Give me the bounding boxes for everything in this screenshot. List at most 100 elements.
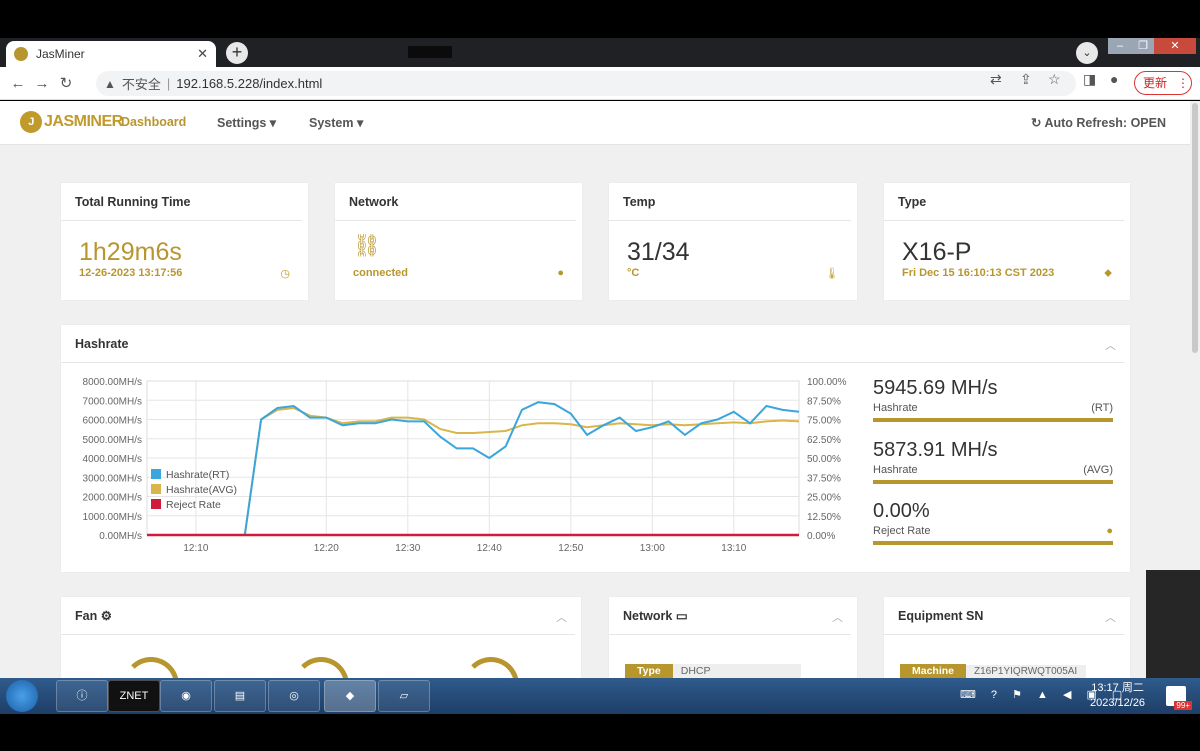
warning-icon: ▲	[104, 76, 116, 91]
reload-icon[interactable]: ↻	[54, 74, 78, 92]
y-left-tick-label: 5000.00MH/s	[83, 435, 142, 446]
collapse-chevron-icon[interactable]: ︿	[556, 609, 567, 625]
update-button[interactable]: 更新 ⋮	[1134, 71, 1192, 95]
temp-card: Temp 31/34 °C 🌡	[609, 183, 857, 300]
auto-refresh-toggle[interactable]: ↻ Auto Refresh: OPEN	[1031, 115, 1166, 130]
rt-progress-bar	[873, 418, 1113, 422]
start-button[interactable]	[6, 680, 38, 712]
y-right-tick-label: 0.00%	[807, 531, 835, 542]
y-left-tick-label: 6000.00MH/s	[83, 416, 142, 427]
type-card: Type X16-P Fri Dec 15 16:10:13 CST 2023 …	[884, 183, 1130, 300]
back-icon[interactable]: ←	[6, 75, 30, 92]
y-left-tick-label: 3000.00MH/s	[83, 473, 142, 484]
jasminer-logo[interactable]: J JASMINER	[20, 111, 123, 133]
rt-hashrate-value: 5945.69 MH/s	[873, 377, 998, 399]
network-detail-title: Network	[623, 609, 673, 623]
hashrate-card: Hashrate ︿ 0.00MH/s 1000.00MH/s 2000.00MH/…	[61, 325, 1130, 572]
y-right-tick-label: 12.50%	[807, 512, 841, 523]
tab-search-icon[interactable]: ⌄	[1076, 42, 1098, 64]
x-tick-label: 13:00	[640, 543, 665, 554]
side-panel-icon[interactable]: ◨	[1083, 71, 1096, 88]
temp-unit: °C	[627, 267, 640, 279]
info-icon[interactable]: ●	[1106, 525, 1113, 537]
network-status: connected	[353, 267, 409, 279]
forward-icon[interactable]: →	[30, 75, 54, 92]
taskbar-app-icon[interactable]: ZNET	[108, 680, 160, 712]
card-title: Equipment SN	[884, 597, 1124, 635]
share-icon[interactable]: ⇪	[1020, 71, 1032, 88]
x-tick-label: 12:10	[183, 543, 208, 554]
legend-swatch	[151, 469, 161, 479]
tab-close-icon[interactable]: ✕	[197, 46, 208, 62]
screen: JasMiner ✕ + ⌄ – ❐ ✕ ← → ↻ ▲ 不安全 | 192.1…	[0, 0, 1200, 751]
running-time-value: 1h29m6s	[79, 238, 182, 266]
window-close-icon[interactable]: ✕	[1154, 38, 1196, 54]
machine-sn-row: Machine Z16P1YIQRWQT005AI	[900, 664, 1087, 678]
x-tick-label: 12:30	[395, 543, 420, 554]
avg-hashrate-value: 5873.91 MH/s	[873, 439, 998, 461]
y-right-tick-label: 75.00%	[807, 416, 841, 427]
y-left-tick-label: 7000.00MH/s	[83, 396, 142, 407]
collapse-chevron-icon[interactable]: ︿	[1105, 337, 1116, 353]
chrome-icon[interactable]: ◎	[268, 680, 320, 712]
taskbar-clock[interactable]: 13:17 周二 2023/12/26	[1090, 681, 1145, 711]
reject-value: 0.00%	[873, 500, 930, 522]
folder-icon[interactable]: ▤	[214, 680, 266, 712]
scrollbar-thumb[interactable]	[1192, 103, 1198, 353]
equipment-sn-card: Equipment SN ︿ Machine Z16P1YIQRWQT005AI	[884, 597, 1130, 678]
logo-text: JASMINER	[44, 113, 123, 130]
favicon-icon	[14, 47, 28, 61]
taskbar-app-icon[interactable]: ⓘ	[56, 680, 108, 712]
link-icon: ⛓	[353, 233, 381, 258]
fan-title: Fan	[75, 609, 98, 623]
taskbar-app-icon[interactable]: ▱	[378, 680, 430, 712]
nav-dashboard[interactable]: Dashboard	[121, 115, 186, 129]
avg-tag: (AVG)	[1083, 464, 1113, 476]
y-right-tick-label: 62.50%	[807, 435, 841, 446]
y-left-tick-label: 1000.00MH/s	[83, 512, 142, 523]
bookmark-star-icon[interactable]: ☆	[1048, 71, 1061, 88]
running-time-card: Total Running Time 1h29m6s 12-26-2023 13…	[61, 183, 308, 300]
legend-swatch	[151, 499, 161, 509]
temp-value: 31/34	[627, 238, 690, 266]
avg-hashrate-label: Hashrate	[873, 464, 918, 476]
collapse-chevron-icon[interactable]: ︿	[832, 609, 843, 625]
y-left-tick-label: 0.00MH/s	[99, 531, 142, 542]
notification-icon[interactable]: 99+	[1166, 686, 1192, 710]
translate-icon[interactable]: ⇄	[990, 71, 1002, 88]
taskbar-app-icon[interactable]: ◉	[160, 680, 212, 712]
new-tab-button[interactable]: +	[226, 42, 248, 64]
fan-gauge	[293, 657, 349, 678]
collapse-chevron-icon[interactable]: ︿	[1105, 609, 1116, 625]
type-value: X16-P	[902, 238, 972, 266]
clock-time: 13:17 周二	[1091, 682, 1144, 694]
network-detail-card: Network ▭ ︿ Type DHCP	[609, 597, 857, 678]
tag-icon: ⬥	[1104, 267, 1112, 279]
legend-label: Hashrate(AVG)	[166, 484, 237, 496]
minimize-icon[interactable]: –	[1108, 38, 1132, 54]
hashrate-chart: 0.00MH/s 1000.00MH/s 2000.00MH/s 3000.00MH/…	[83, 377, 847, 554]
card-title: Temp	[609, 183, 851, 221]
nav-system[interactable]: System ▾	[309, 115, 363, 130]
monitor-icon: ▭	[675, 609, 688, 623]
overlay-side-panel[interactable]	[1146, 570, 1200, 678]
thermometer-icon: 🌡	[825, 268, 839, 280]
type-build-date: Fri Dec 15 16:10:13 CST 2023	[902, 267, 1055, 279]
y-right-tick-label: 25.00%	[807, 493, 841, 504]
top-navbar: J JASMINER Dashboard Settings ▾ System ▾…	[0, 101, 1190, 145]
address-bar[interactable]: ▲ 不安全 | 192.168.5.228/index.html	[96, 71, 1076, 96]
profile-icon[interactable]: ●	[1110, 71, 1118, 87]
network-type-value: DHCP	[672, 664, 801, 678]
reject-block: 0.00% Reject Rate ●	[873, 500, 1113, 545]
nav-settings[interactable]: Settings ▾	[217, 115, 276, 130]
y-right-tick-label: 87.50%	[807, 396, 841, 407]
browser-tab[interactable]: JasMiner ✕	[6, 41, 216, 67]
fan-gauge	[463, 657, 519, 678]
maximize-icon[interactable]: ❐	[1132, 38, 1154, 54]
card-title: Network ▭	[609, 597, 851, 635]
address-separator: |	[166, 76, 171, 91]
taskbar-app-icon[interactable]: ◆	[324, 680, 376, 712]
machine-key: Machine	[900, 664, 967, 678]
clock-date: 2023/12/26	[1090, 697, 1146, 709]
browser-tabstrip: JasMiner ✕ + ⌄ – ❐ ✕	[0, 38, 1200, 67]
